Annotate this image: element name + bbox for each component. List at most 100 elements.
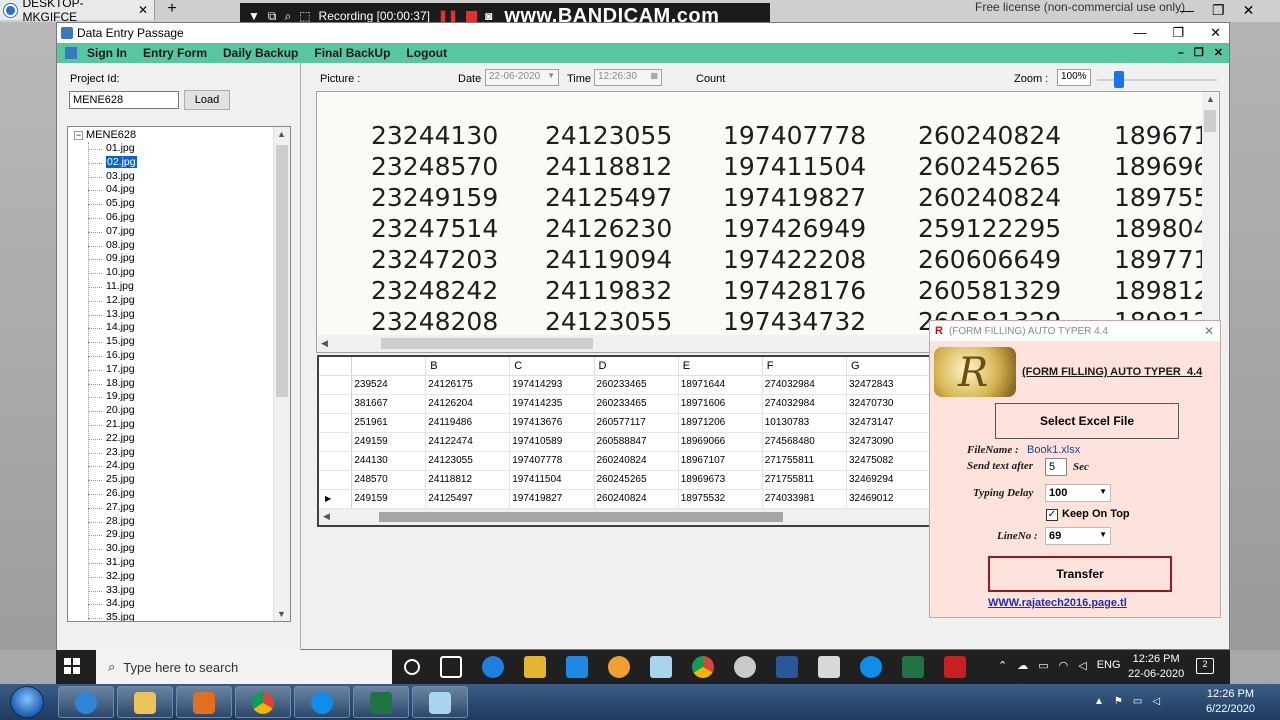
zoom-value[interactable]: 100% — [1057, 69, 1091, 86]
tree-file-item[interactable]: 30.jpg — [88, 542, 137, 556]
grid-cell[interactable]: 381667 — [351, 394, 427, 414]
grid-column-header[interactable]: E — [678, 357, 763, 376]
grid-cell[interactable]: 251961 — [351, 413, 427, 433]
picture-vertical-scrollbar[interactable]: ▲ — [1202, 92, 1219, 352]
scroll-left-icon[interactable]: ◀ — [323, 511, 330, 522]
grid-cell[interactable]: 32475082 — [846, 451, 931, 471]
tree-file-item[interactable]: 17.jpg — [88, 363, 137, 377]
taskbar-search[interactable]: ⌕ Type here to search — [96, 650, 392, 684]
website-link[interactable]: WWW.rajatech2016.page.tl — [988, 597, 1127, 609]
grid-cell[interactable]: 260240824 — [594, 451, 679, 471]
spinner-icon[interactable]: ▦ — [650, 71, 658, 80]
grid-cell[interactable]: 197410589 — [509, 432, 595, 452]
grid-cell[interactable]: 248570 — [351, 470, 427, 490]
tree-file-item[interactable]: 21.jpg — [88, 418, 137, 432]
grid-row-header[interactable] — [319, 432, 353, 452]
chevron-down-icon[interactable]: ▼ — [547, 71, 555, 80]
teamviewer-button[interactable] — [294, 686, 350, 718]
grid-cell[interactable]: 18975532 — [678, 489, 763, 509]
line-no-select[interactable]: 69 ▼ — [1045, 527, 1111, 545]
scroll-up-icon[interactable]: ▲ — [1206, 94, 1215, 104]
tree-file-item[interactable]: 12.jpg — [88, 294, 137, 308]
scroll-left-icon[interactable]: ◀ — [321, 338, 328, 349]
tree-file-item[interactable]: 34.jpg — [88, 597, 137, 611]
tree-file-item[interactable]: 24.jpg — [88, 459, 137, 473]
tree-root[interactable]: − MENE628 — [74, 129, 136, 141]
select-excel-button[interactable]: Select Excel File — [995, 403, 1179, 439]
grid-cell[interactable]: 249159 — [351, 432, 427, 452]
volume-icon[interactable]: ◁ — [1152, 696, 1160, 707]
grid-cell[interactable]: 18969066 — [678, 432, 763, 452]
network-icon[interactable]: ▭ — [1038, 659, 1048, 672]
scroll-down-icon[interactable]: ▼ — [277, 609, 286, 619]
scroll-thumb[interactable] — [379, 512, 783, 522]
close-icon[interactable]: ✕ — [1214, 43, 1223, 63]
explorer-button[interactable] — [117, 686, 173, 718]
chevron-up-icon[interactable]: ⌃ — [998, 659, 1007, 672]
grid-cell[interactable]: 197407778 — [509, 451, 595, 471]
grid-cell[interactable]: 260588847 — [594, 432, 679, 452]
file-explorer-icon[interactable] — [524, 656, 546, 678]
grid-cell[interactable]: 18969673 — [678, 470, 763, 490]
grid-cell[interactable]: 24125497 — [425, 489, 511, 509]
tree-file-item[interactable]: 19.jpg — [88, 390, 137, 404]
restore-icon[interactable]: ❐ — [1212, 2, 1225, 19]
grid-cell[interactable]: 244130 — [351, 451, 427, 471]
tree-file-item[interactable]: 07.jpg — [88, 225, 137, 239]
tree-file-item[interactable]: 18.jpg — [88, 377, 137, 391]
scroll-thumb[interactable] — [381, 338, 593, 349]
grid-cell[interactable]: 32469294 — [846, 470, 931, 490]
table-row[interactable]: 244130 24123055 197407778 260240824 18967107… — [319, 451, 931, 471]
grid-cell[interactable]: 32472843 — [846, 375, 931, 395]
teamviewer-icon[interactable] — [860, 656, 882, 678]
cloud-icon[interactable]: ☁ — [1017, 659, 1028, 672]
volume-icon[interactable]: ◁ — [1078, 659, 1086, 672]
grid-column-header[interactable]: C — [509, 357, 595, 376]
zoom-slider-thumb[interactable] — [1113, 71, 1124, 88]
grid-cell[interactable]: 260245265 — [594, 470, 679, 490]
grid-cell[interactable]: 32469012 — [846, 489, 931, 509]
time-picker[interactable]: 12:26:30 ▦ — [594, 69, 662, 86]
start-orb-icon[interactable] — [10, 686, 44, 718]
chevron-down-icon[interactable]: ▼ — [248, 9, 260, 23]
scroll-up-icon[interactable]: ▲ — [277, 129, 286, 139]
grid-cell[interactable]: 197411504 — [509, 470, 595, 490]
table-row[interactable]: 381667 24126204 197414235 260233465 18971606… — [319, 394, 931, 414]
paint-icon[interactable] — [734, 656, 756, 678]
word-icon[interactable] — [776, 656, 798, 678]
grid-column-header[interactable] — [351, 357, 427, 376]
grid-cell[interactable]: 24122474 — [425, 432, 511, 452]
tree-file-item[interactable]: 31.jpg — [88, 556, 137, 570]
tree-file-item[interactable]: 26.jpg — [88, 487, 137, 501]
notepad-icon[interactable] — [650, 656, 672, 678]
close-icon[interactable]: ✕ — [1204, 324, 1214, 338]
grid-cell[interactable]: 260233465 — [594, 375, 679, 395]
grid-horizontal-scrollbar[interactable]: ◀ — [319, 509, 931, 525]
tree-file-item[interactable]: 22.jpg — [88, 432, 137, 446]
table-row[interactable]: 248570 24118812 197411504 260245265 18969673… — [319, 470, 931, 490]
tree-file-item[interactable]: 27.jpg — [88, 501, 137, 515]
chevron-up-icon[interactable]: ▲ — [1094, 696, 1104, 707]
minimize-icon[interactable]: — — [1133, 23, 1146, 43]
document-icon[interactable] — [818, 656, 840, 678]
grid-cell[interactable]: 197413676 — [509, 413, 595, 433]
scroll-thumb[interactable] — [276, 145, 288, 397]
tree-file-item[interactable]: 33.jpg — [88, 584, 137, 598]
windows-start-icon[interactable] — [64, 658, 80, 674]
local-clock[interactable]: 12:26 PM 6/22/2020 — [1206, 687, 1255, 717]
tree-file-item[interactable]: 15.jpg — [88, 335, 137, 349]
tree-file-item[interactable]: 05.jpg — [88, 197, 137, 211]
menu-final-backup[interactable]: Final BackUp — [314, 46, 390, 60]
grid-cell[interactable]: 24126175 — [425, 375, 511, 395]
chevron-down-icon[interactable]: ▼ — [1099, 487, 1107, 496]
tree-file-item[interactable]: 25.jpg — [88, 473, 137, 487]
tree-file-item[interactable]: 02.jpg — [88, 155, 137, 170]
language-indicator[interactable]: ENG — [1097, 659, 1121, 672]
tree-file-item[interactable]: 08.jpg — [88, 239, 137, 253]
host-tab[interactable]: DESKTOP-MKGIFCE ✕ — [0, 0, 155, 24]
media-button[interactable] — [176, 686, 232, 718]
tree-file-item[interactable]: 29.jpg — [88, 528, 137, 542]
region-icon[interactable]: ⬚ — [299, 9, 310, 23]
new-tab-icon[interactable]: + — [160, 0, 184, 20]
close-icon[interactable]: ✕ — [1210, 23, 1221, 43]
